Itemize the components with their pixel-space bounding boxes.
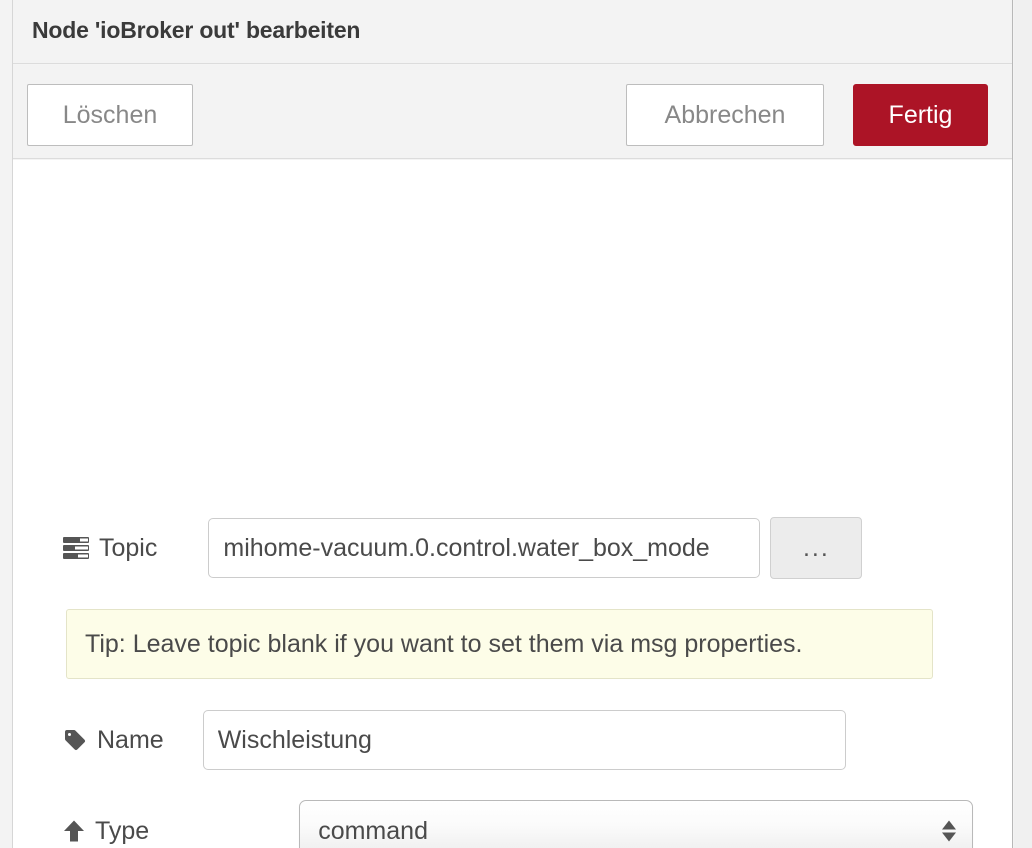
topic-row: Topic ... — [63, 517, 863, 579]
type-row: Type command — [63, 800, 974, 848]
name-label-text: Name — [97, 725, 164, 754]
dialog-right-edge — [1014, 0, 1032, 848]
topic-label-text: Topic — [99, 533, 158, 562]
topic-input[interactable] — [208, 518, 761, 578]
tag-icon — [63, 728, 87, 752]
name-row: Name — [63, 710, 846, 770]
dialog-inner: Node 'ioBroker out' bearbeiten Löschen A… — [12, 0, 1013, 848]
delete-button[interactable]: Löschen — [27, 84, 193, 146]
cancel-button[interactable]: Abbrechen — [626, 84, 824, 146]
name-input[interactable] — [202, 710, 846, 770]
type-select[interactable]: command — [299, 800, 974, 848]
topic-label: Topic — [63, 534, 157, 563]
type-label-text: Type — [95, 816, 150, 845]
done-button[interactable]: Fertig — [853, 84, 988, 146]
dialog-titlebar: Node 'ioBroker out' bearbeiten — [13, 0, 1012, 64]
tab-bar: Eigenschaften — [13, 160, 1012, 391]
node-edit-dialog: Node 'ioBroker out' bearbeiten Löschen A… — [0, 0, 1032, 848]
properties-form: Topic ... Tip: Leave topic blank if you … — [13, 232, 1012, 848]
page-title: Node 'ioBroker out' bearbeiten — [32, 17, 361, 43]
type-label: Type — [63, 817, 149, 846]
list-icon — [63, 537, 89, 559]
arrow-up-icon — [63, 819, 85, 843]
type-select-value: command — [318, 816, 428, 845]
topic-tip-top: Tip: Leave topic blank if you want to se… — [66, 609, 933, 679]
chevron-updown-icon — [942, 820, 957, 842]
topic-browse-button[interactable]: ... — [770, 517, 863, 579]
dialog-button-bar: Löschen Abbrechen Fertig — [13, 65, 1012, 159]
name-label: Name — [63, 726, 164, 755]
